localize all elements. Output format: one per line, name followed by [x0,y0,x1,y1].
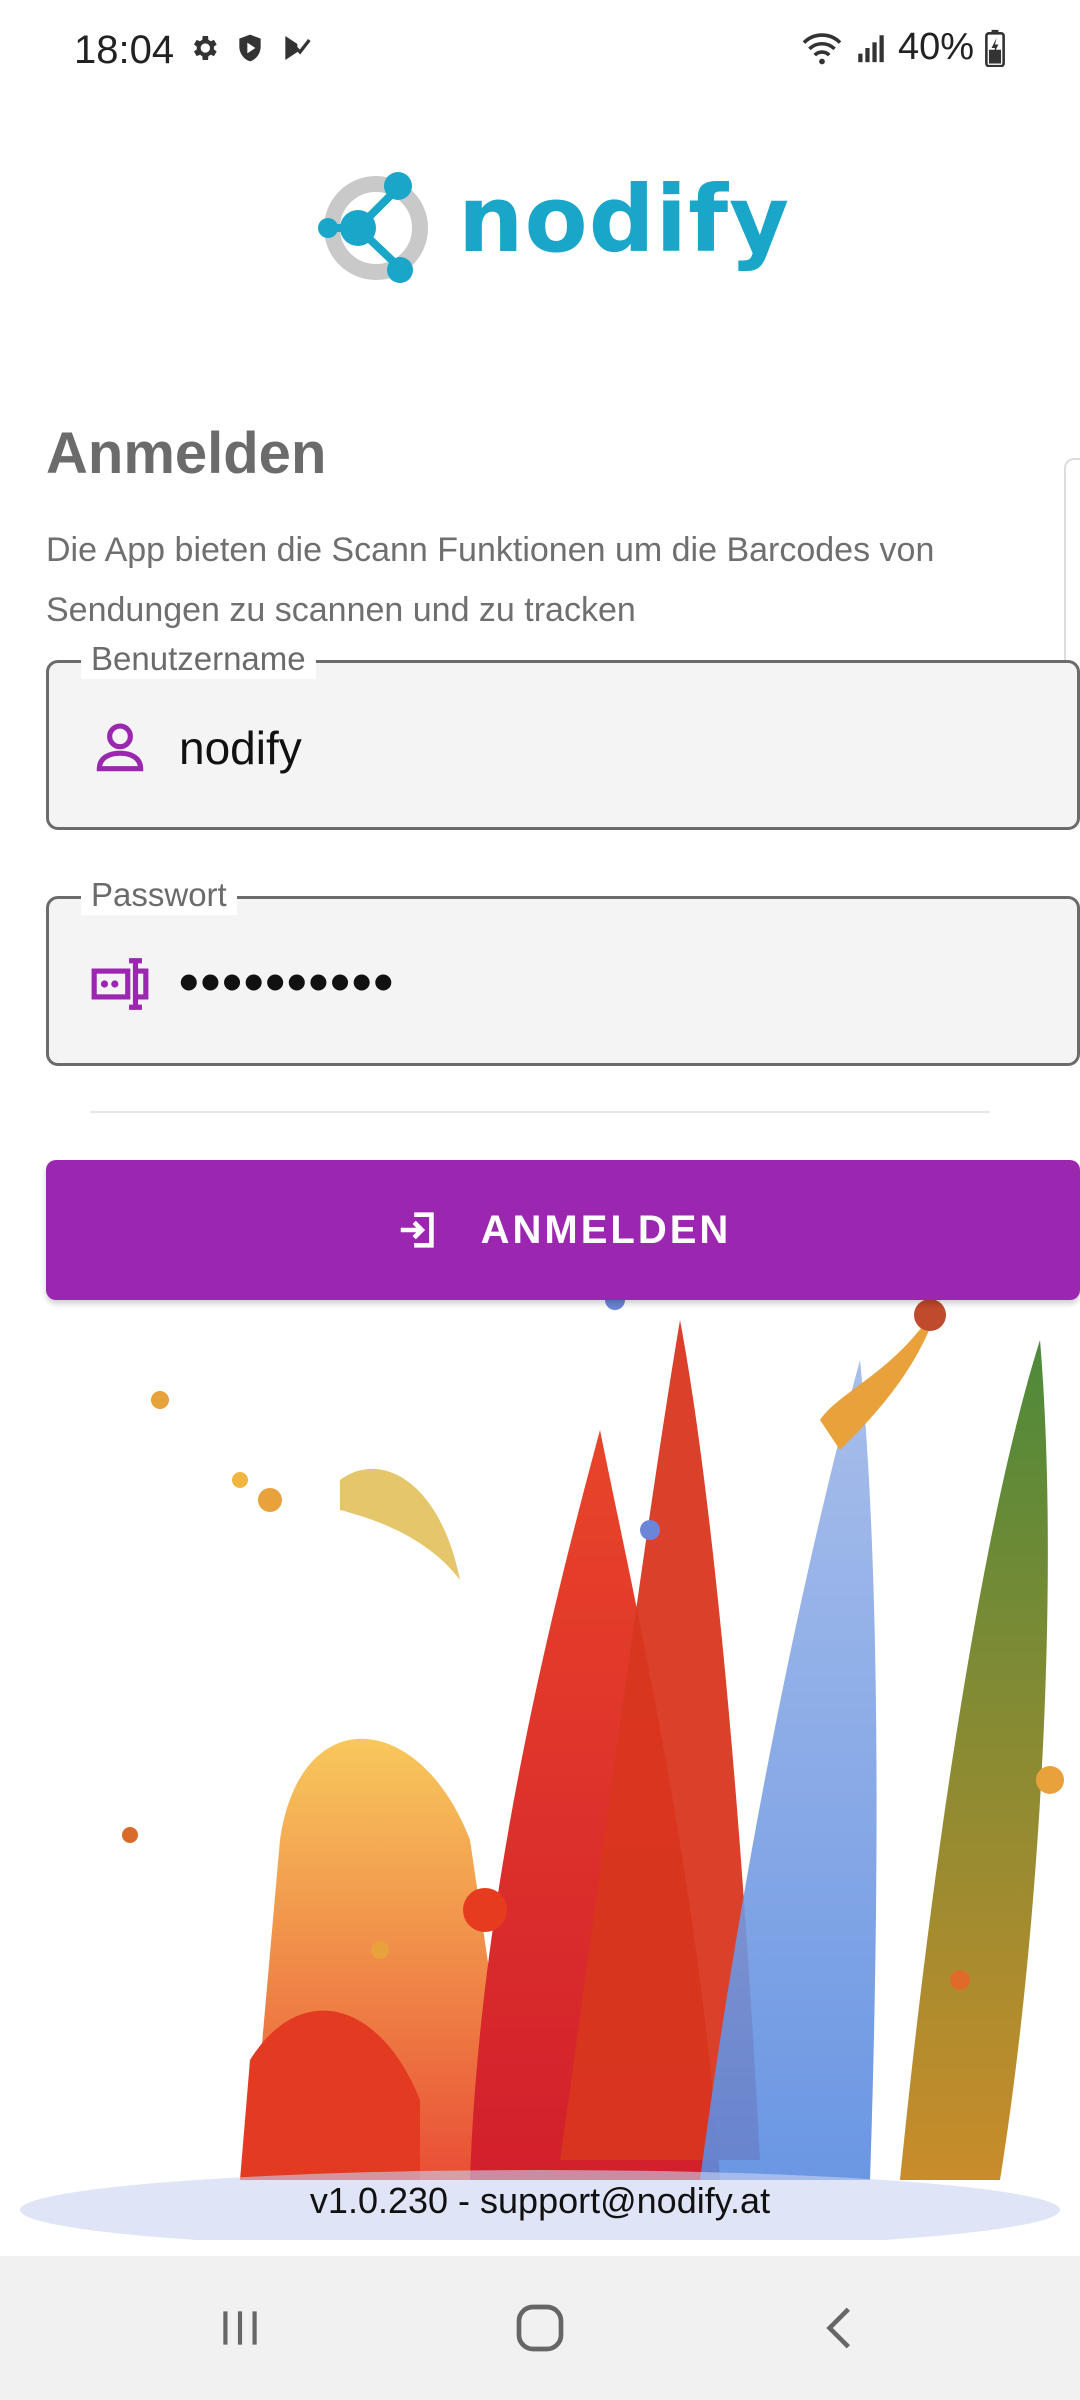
login-icon [400,1212,434,1248]
nodify-logo: nodify [318,162,789,292]
password-input[interactable]: •••••••••• [179,949,395,1014]
play-check-icon [285,36,311,60]
system-navigation-bar [0,2256,1080,2400]
shield-play-icon [239,34,261,62]
status-notification-icons [188,32,312,64]
login-button-label: ANMELDEN [480,1207,732,1252]
login-button[interactable]: ANMELDEN [46,1160,1080,1300]
home-button[interactable] [440,2256,640,2400]
home-icon [516,2304,564,2352]
username-label: Benutzername [81,639,316,679]
username-input[interactable]: nodify [179,721,302,775]
back-button[interactable] [740,2256,940,2400]
nodify-logo-mark-icon [318,172,428,283]
signal-icon [858,34,884,62]
password-label: Passwort [81,875,237,915]
settings-gear-icon [194,36,217,60]
page-title: Anmelden [46,421,327,486]
wifi-icon [802,32,842,64]
back-chevron-icon [826,2307,850,2349]
recent-apps-button[interactable] [140,2256,340,2400]
status-time: 18:04 [74,28,175,72]
username-field[interactable]: Benutzername nodify [46,639,1080,830]
person-icon [96,723,144,772]
status-bar: 18:04 40% [0,0,1080,100]
battery-charging-icon [985,29,1005,67]
paint-splash-illustration [20,1290,1064,2240]
password-field[interactable]: Passwort •••••••••• [46,875,1080,1066]
battery-percentage: 40% [897,26,974,68]
recent-apps-icon [223,2311,257,2345]
status-system-icons: 40% [800,26,1006,69]
page-description: Die App bieten die Scann Funktionen um d… [46,531,935,629]
form-divider [90,1111,990,1113]
password-icon [91,958,149,1010]
logo-wordmark: nodify [458,166,791,273]
version-support-text: v1.0.230 - support@nodify.at [309,2180,771,2221]
